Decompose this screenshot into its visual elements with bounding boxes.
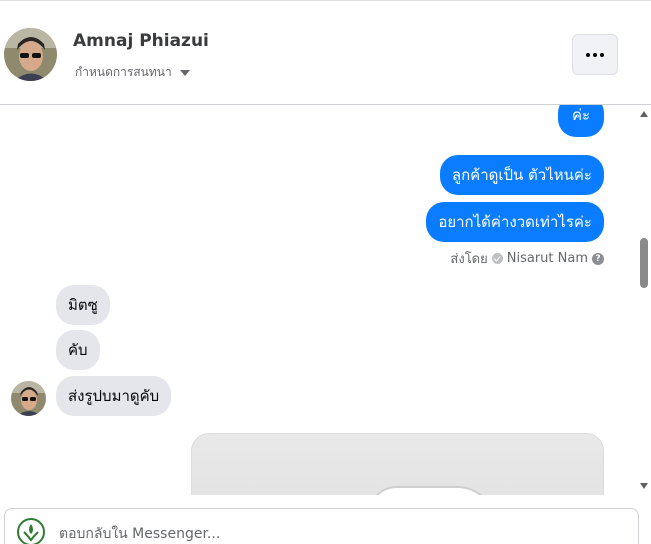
customize-label: กำหนดการสนทนา [75,65,172,79]
reply-input[interactable] [59,523,619,544]
sent-by-info: ส่งโดย Nisarut Nam ? [450,248,604,269]
scroll-down-icon[interactable] [640,483,648,489]
sender-name: Nisarut Nam [506,251,588,266]
incoming-message[interactable]: มิตซู [56,285,110,325]
scrollbar-thumb[interactable] [640,238,648,288]
sent-by-prefix: ส่งโดย [450,252,488,267]
message-thread[interactable]: ค่ะ ลูกค้าดูเป็น ตัวไหนค่ะ อยากได้ค่างวด… [0,105,637,495]
help-icon[interactable]: ? [592,252,604,265]
check-circle-icon [491,253,503,264]
scroll-up-icon[interactable] [640,111,648,117]
sender-avatar[interactable] [11,381,46,416]
outgoing-message[interactable]: อยากได้ค่างวดเท่าไรค่ะ [426,202,604,242]
page-avatar [17,518,45,544]
caret-down-icon [179,70,190,76]
more-options-button[interactable] [572,34,618,75]
scrollbar[interactable] [637,105,651,495]
contact-photo [4,28,57,81]
outgoing-message[interactable]: ลูกค้าดูเป็น ตัวไหนค่ะ [439,155,604,195]
car-image [367,486,497,495]
incoming-message[interactable]: คับ [56,330,100,370]
customize-chat-dropdown[interactable]: กำหนดการสนทนา [75,63,190,82]
more-dot [593,52,597,57]
contact-name[interactable]: Amnaj Phiazui [73,31,209,51]
shared-photo[interactable] [191,433,604,495]
incoming-message[interactable]: ส่งรูปบมาดูคับ [56,376,172,416]
more-dot [600,52,604,57]
page-logo-icon [20,521,42,543]
sender-photo [11,381,46,416]
contact-avatar[interactable] [4,28,57,81]
more-dots-icon [586,52,590,57]
conversation-header: Amnaj Phiazui กำหนดการสนทนา [0,3,651,105]
reply-composer [4,508,639,544]
outgoing-message[interactable]: ค่ะ [558,105,604,137]
